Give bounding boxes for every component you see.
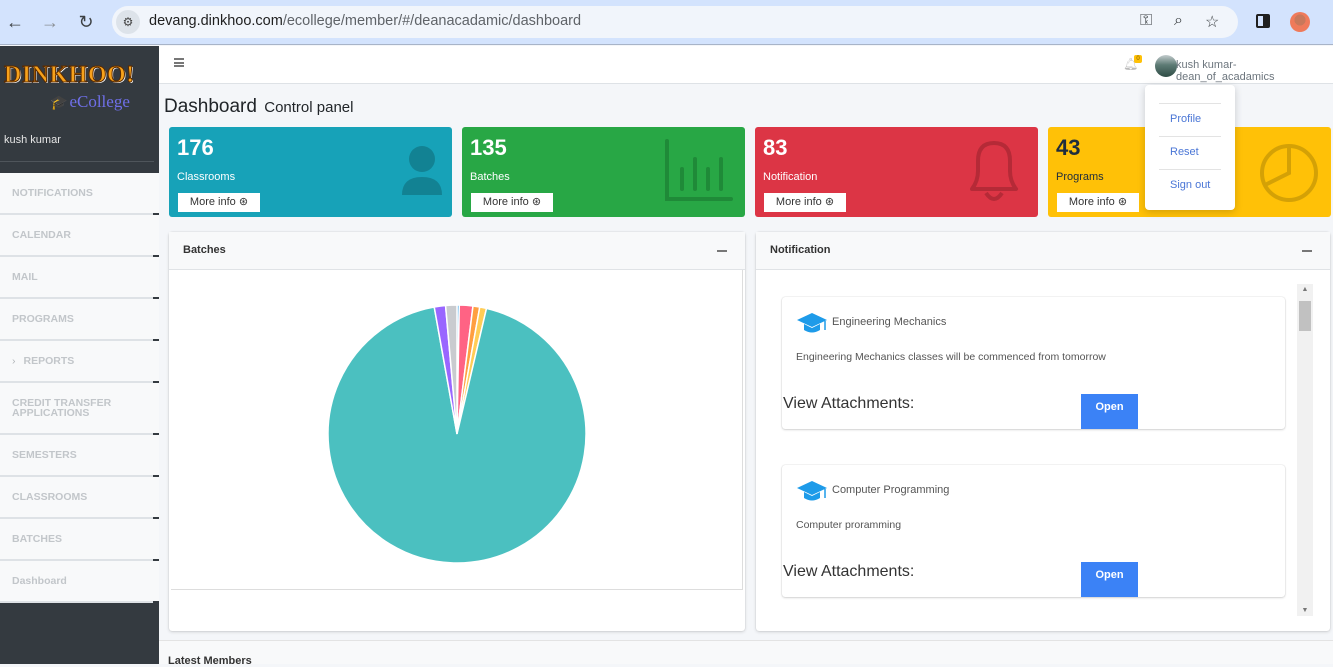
- browser-profile-avatar[interactable]: [1290, 12, 1310, 32]
- open-attachment-button[interactable]: Open: [1081, 562, 1138, 597]
- sidebar-item-calendar[interactable]: CALENDAR: [0, 215, 159, 257]
- card-title: Batches: [183, 244, 226, 256]
- sidebar-item-programs[interactable]: PROGRAMS: [0, 299, 159, 341]
- sidebar-item-notifications[interactable]: NOTIFICATIONS: [0, 173, 159, 215]
- notification-list: Engineering Mechanics Engineering Mechan…: [756, 270, 1330, 631]
- sidebar-item-classrooms[interactable]: CLASSROOMS: [0, 477, 159, 519]
- profile-menu-item[interactable]: Profile: [1170, 113, 1201, 125]
- logo-subtitle: 🎓 eCollege: [50, 92, 130, 111]
- divider: [1159, 103, 1221, 104]
- batches-card: Batches: [169, 232, 745, 631]
- stat-label: Programs: [1056, 171, 1104, 183]
- notification-scrollbar[interactable]: ▲ ▼: [1297, 284, 1313, 616]
- view-attachments-label: View Attachments:: [783, 395, 915, 412]
- arrow-circle-right-icon: ⊛: [531, 196, 542, 208]
- forward-icon[interactable]: →: [40, 12, 60, 32]
- user-avatar[interactable]: [1155, 55, 1177, 77]
- card-header: Batches: [169, 232, 745, 270]
- divider: [0, 161, 154, 162]
- card-title: Notification: [770, 244, 831, 256]
- stat-box-batches: 135 Batches More info ⊛: [462, 127, 745, 217]
- side-panel-icon[interactable]: [1256, 14, 1270, 28]
- notification-title: Computer Programming: [832, 484, 950, 496]
- stat-label: Classrooms: [177, 171, 236, 183]
- batches-pie-chart: [327, 304, 587, 564]
- site-settings-icon[interactable]: ⚙: [116, 10, 140, 34]
- url-text[interactable]: devang.dinkhoo.com/ecollege/member/#/dea…: [149, 13, 581, 29]
- sidebar-item-semesters[interactable]: SEMESTERS: [0, 435, 159, 477]
- graduation-cap-icon: [797, 481, 827, 501]
- stat-value: 135: [470, 135, 507, 160]
- sidebar: DINKHOO! 🎓 eCollege kush kumar NOTIFICATI…: [0, 46, 159, 664]
- chart-area: [171, 270, 743, 590]
- notification-body: Engineering Mechanics classes will be co…: [796, 351, 1106, 363]
- notification-title: Engineering Mechanics: [832, 316, 947, 328]
- user-icon: [402, 146, 442, 195]
- sidebar-item-mail[interactable]: MAIL: [0, 257, 159, 299]
- divider: [1159, 136, 1221, 137]
- browser-toolbar: ← → ↻ ⚙ devang.dinkhoo.com/ecollege/memb…: [0, 0, 1333, 45]
- view-attachments-label: View Attachments:: [783, 563, 915, 580]
- top-navbar: 🔔︎ 0 kush kumar-dean_of_acadamics: [159, 46, 1333, 84]
- minimize-icon[interactable]: [1302, 250, 1312, 252]
- sign-out-menu-item[interactable]: Sign out: [1170, 179, 1210, 191]
- bookmark-star-icon[interactable]: ☆: [1205, 12, 1219, 32]
- sidebar-item-reports[interactable]: › REPORTS: [0, 341, 159, 383]
- graduation-cap-icon: 🎓: [50, 96, 68, 111]
- hamburger-menu-icon[interactable]: [174, 58, 184, 67]
- bar-chart-icon: [665, 139, 733, 201]
- notification-item: Engineering Mechanics Engineering Mechan…: [782, 297, 1285, 429]
- more-info-button[interactable]: More info ⊛: [471, 193, 553, 212]
- scroll-down-arrow-icon[interactable]: ▼: [1297, 607, 1313, 614]
- page-title: Dashboard Control panel: [164, 96, 354, 117]
- card-header: Notification: [756, 232, 1330, 270]
- stat-box-notification: 83 Notification More info ⊛: [755, 127, 1038, 217]
- reset-menu-item[interactable]: Reset: [1170, 146, 1199, 158]
- user-dropdown-menu: Profile Reset Sign out: [1145, 85, 1235, 210]
- more-info-button[interactable]: More info ⊛: [178, 193, 260, 212]
- sidebar-item-credit-transfer-applications[interactable]: CREDIT TRANSFER APPLICATIONS: [0, 383, 159, 435]
- notification-card: Notification Engineering Mechanics Engin…: [756, 232, 1330, 631]
- pie-chart-icon: [1260, 144, 1318, 202]
- sidebar-item-dashboard[interactable]: Dashboard: [0, 561, 159, 603]
- graduation-cap-icon: [797, 313, 827, 333]
- scroll-up-arrow-icon[interactable]: ▲: [1297, 286, 1313, 293]
- reload-icon[interactable]: ↻: [76, 12, 96, 32]
- stat-label: Notification: [763, 171, 818, 183]
- sidebar-item-batches[interactable]: BATCHES: [0, 519, 159, 561]
- divider: [1159, 169, 1221, 170]
- page-subtitle: Control panel: [264, 99, 354, 116]
- sidebar-menu: NOTIFICATIONS CALENDAR MAIL PROGRAMS › RE…: [0, 173, 159, 603]
- notification-item: Computer Programming Computer proramming…: [782, 465, 1285, 597]
- chevron-right-icon: ›: [12, 355, 16, 367]
- open-attachment-button[interactable]: Open: [1081, 394, 1138, 429]
- zoom-icon[interactable]: ⌕: [1174, 12, 1183, 30]
- latest-members-card: Latest Members: [159, 640, 1333, 667]
- notification-body: Computer proramming: [796, 519, 902, 531]
- password-key-icon[interactable]: ⚿: [1140, 12, 1152, 30]
- stat-value: 83: [763, 135, 788, 160]
- stat-box-classrooms: 176 Classrooms More info ⊛: [169, 127, 452, 217]
- more-info-button[interactable]: More info ⊛: [764, 193, 846, 212]
- bell-icon: [970, 141, 1018, 201]
- arrow-circle-right-icon: ⊛: [1117, 196, 1128, 208]
- more-info-button[interactable]: More info ⊛: [1057, 193, 1139, 212]
- arrow-circle-right-icon: ⊛: [238, 196, 249, 208]
- logo[interactable]: DINKHOO!: [4, 62, 135, 89]
- stat-value: 43: [1056, 135, 1081, 160]
- sidebar-user-name[interactable]: kush kumar: [4, 134, 61, 146]
- back-icon[interactable]: ←: [5, 12, 25, 32]
- card-title: Latest Members: [168, 655, 252, 667]
- address-bar[interactable]: ⚙ devang.dinkhoo.com/ecollege/member/#/d…: [112, 6, 1238, 38]
- scrollbar-thumb[interactable]: [1299, 301, 1311, 331]
- notification-count-badge: 0: [1134, 55, 1142, 63]
- arrow-circle-right-icon: ⊛: [824, 196, 835, 208]
- user-menu-toggle[interactable]: kush kumar-dean_of_acadamics: [1176, 59, 1333, 83]
- minimize-icon[interactable]: [717, 250, 727, 252]
- stat-value: 176: [177, 135, 214, 160]
- stat-label: Batches: [470, 171, 510, 183]
